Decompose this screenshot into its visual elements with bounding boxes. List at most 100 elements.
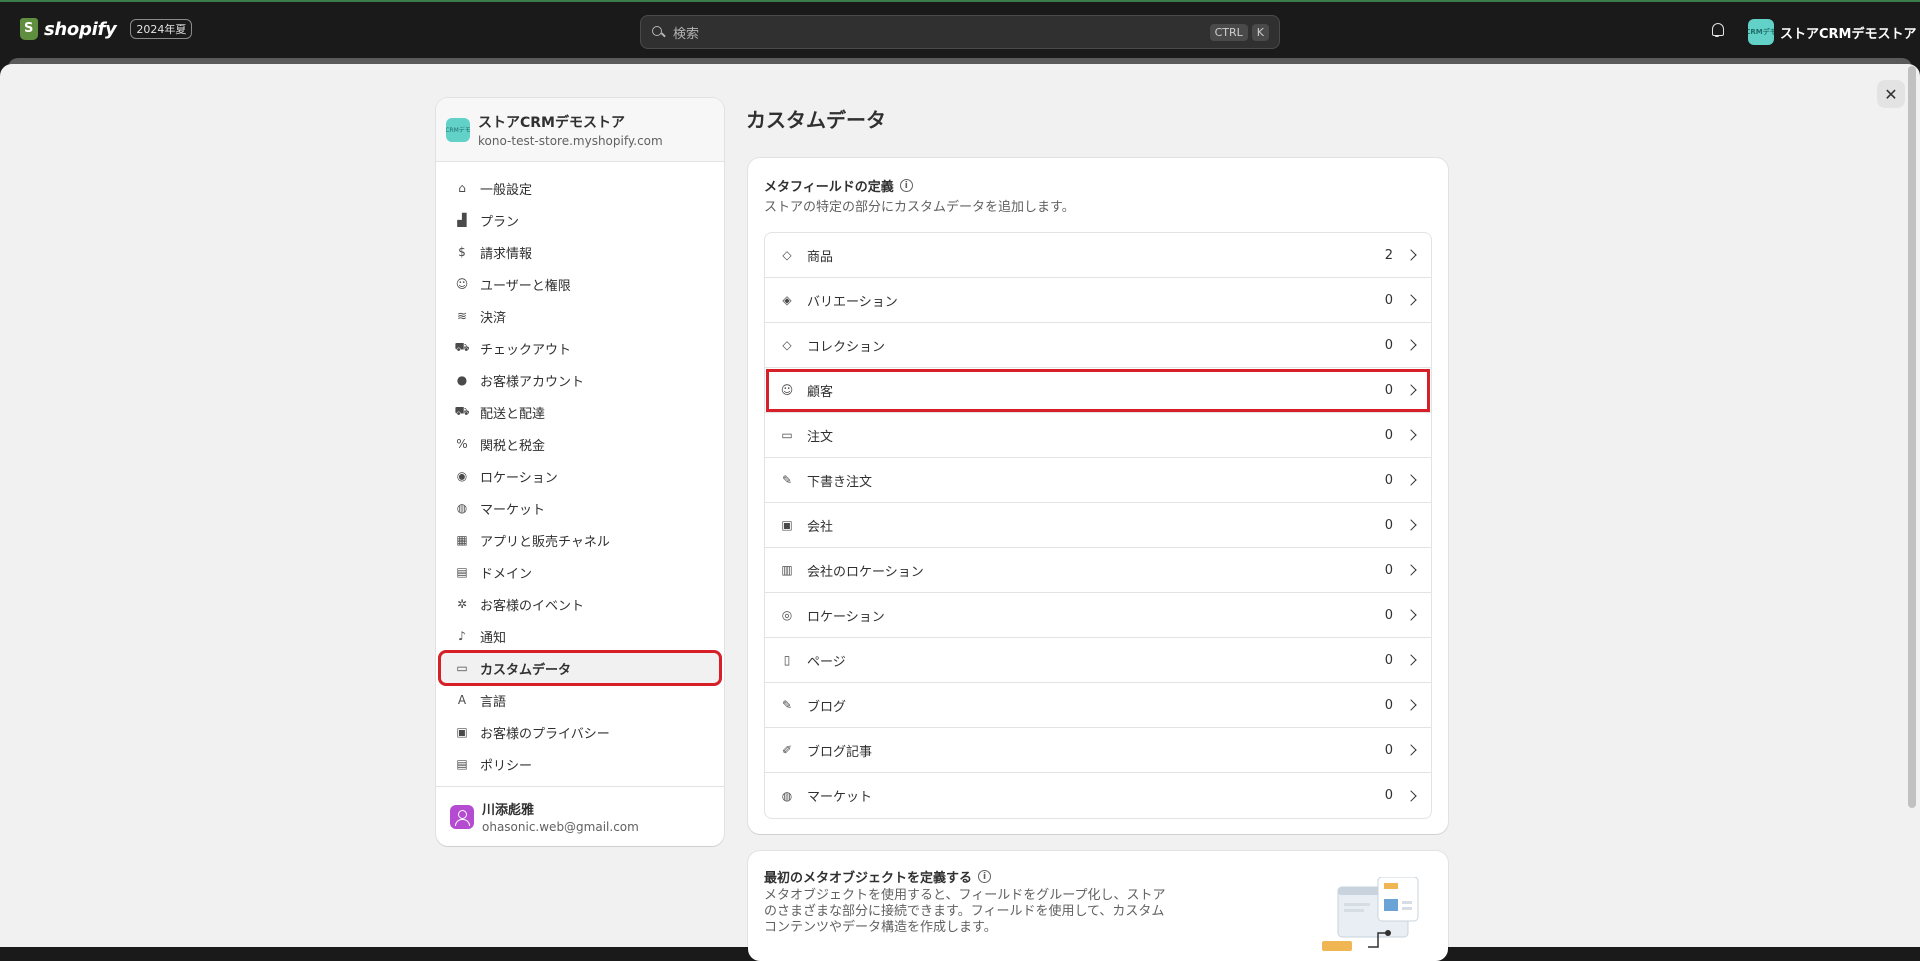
search-bar[interactable]: 検索 CTRL K bbox=[640, 15, 1280, 49]
sidebar-item[interactable]: ◍ マーケット bbox=[440, 492, 720, 524]
sidebar-item-label: チェックアウト bbox=[480, 342, 572, 358]
store-header[interactable]: CRMデモ ストアCRMデモストア kono-test-store.myshop… bbox=[436, 98, 724, 162]
resource-row[interactable]: ✎ 下書き注文 0 bbox=[765, 458, 1431, 503]
info-icon[interactable]: i bbox=[978, 870, 992, 883]
sidebar-item[interactable]: ▤ ポリシー bbox=[440, 748, 720, 780]
definition-count: 0 bbox=[1384, 607, 1393, 623]
resource-row[interactable]: ▯ ページ 0 bbox=[765, 638, 1431, 683]
metaobjects-card: 最初のメタオブジェクトを定義する i メタオブジェクトを使用すると、フィールドを… bbox=[748, 851, 1448, 961]
shopify-bag-icon bbox=[20, 18, 38, 40]
search-input[interactable]: 検索 bbox=[673, 23, 1206, 42]
cart-icon: ⛟ bbox=[454, 340, 470, 354]
page-title: カスタムデータ bbox=[746, 108, 886, 132]
sidebar-item-label: 関税と税金 bbox=[480, 438, 546, 454]
sidebar-item-label: 請求情報 bbox=[480, 246, 533, 262]
settings-nav: ⌂ 一般設定 ▟ プラン $ 請求情報 ☺ ユーザーと権限 ≋ 決済 ⛟ チェックアウト ● お客様アカウ… bbox=[436, 162, 724, 780]
store-menu-button[interactable]: CRMデモ ストアCRMデモストア bbox=[1748, 19, 1917, 45]
resource-row[interactable]: ✐ ブログ記事 0 bbox=[765, 728, 1431, 773]
shopify-logo[interactable]: shopify 2024年夏 bbox=[20, 18, 193, 40]
top-bar: shopify 2024年夏 検索 CTRL K CRMデモ ストアCRMデモス… bbox=[0, 0, 1920, 58]
resource-label: ブログ記事 bbox=[807, 744, 873, 760]
sidebar-item-label: カスタムデータ bbox=[480, 662, 572, 678]
sidebar-item[interactable]: ⛟ 配送と配達 bbox=[440, 396, 720, 428]
resource-row[interactable]: ◎ ロケーション 0 bbox=[765, 593, 1431, 638]
sidebar-item-label: 通知 bbox=[480, 630, 507, 646]
sidebar-item-label: 一般設定 bbox=[480, 182, 533, 198]
sidebar-item-label: ロケーション bbox=[480, 470, 558, 486]
user-avatar-icon bbox=[450, 804, 474, 829]
resource-row[interactable]: ▥ 会社のロケーション 0 bbox=[765, 548, 1431, 593]
sidebar-item[interactable]: ⌂ 一般設定 bbox=[440, 172, 720, 204]
edition-badge[interactable]: 2024年夏 bbox=[130, 19, 193, 39]
sidebar-item-label: ドメイン bbox=[480, 566, 533, 582]
store-avatar: CRMデモ bbox=[446, 117, 470, 142]
metafields-title: メタフィールドの定義 bbox=[764, 180, 894, 195]
sidebar-item[interactable]: $ 請求情報 bbox=[440, 236, 720, 268]
sidebar-item[interactable]: ▟ プラン bbox=[440, 204, 720, 236]
notification-bell-icon[interactable] bbox=[1710, 22, 1724, 38]
sidebar-item[interactable]: ● お客様アカウント bbox=[440, 364, 720, 396]
sidebar-item[interactable]: ≋ 決済 bbox=[440, 300, 720, 332]
tag-icon: ◇ bbox=[782, 248, 792, 262]
metaobjects-illustration bbox=[1322, 877, 1419, 951]
definition-count: 0 bbox=[1384, 427, 1393, 443]
cursor-icon: ✲ bbox=[456, 597, 468, 611]
definition-count: 0 bbox=[1384, 517, 1393, 533]
sidebar-item[interactable]: ☺ ユーザーと権限 bbox=[440, 268, 720, 300]
sidebar-item[interactable]: ◉ ロケーション bbox=[440, 460, 720, 492]
page-scrollbar[interactable] bbox=[1908, 66, 1916, 808]
sidebar-item[interactable]: ▦ アプリと販売チャネル bbox=[440, 524, 720, 556]
user-account[interactable]: 川添彪雅 ohasonic.web@gmail.com bbox=[436, 786, 724, 846]
sidebar-item[interactable]: ▭ カスタムデータ bbox=[438, 650, 722, 686]
resource-row[interactable]: ▭ 注文 0 bbox=[765, 413, 1431, 458]
close-icon: ✕ bbox=[1884, 84, 1898, 104]
globe-icon: ◍ bbox=[781, 788, 793, 803]
resource-row[interactable]: ◇ 商品 2 bbox=[765, 233, 1431, 278]
payments-icon: ≋ bbox=[456, 309, 468, 323]
globe-icon: ◍ bbox=[456, 501, 468, 515]
resource-row[interactable]: ☺ 顧客 0 bbox=[765, 368, 1431, 413]
apps-icon: ▦ bbox=[456, 533, 468, 547]
users-icon: ☺ bbox=[455, 277, 469, 291]
shortcut-k: K bbox=[1251, 23, 1269, 41]
person-icon: ● bbox=[456, 373, 468, 387]
sidebar-item[interactable]: ⛟ チェックアウト bbox=[440, 332, 720, 364]
close-button[interactable]: ✕ bbox=[1877, 80, 1905, 108]
sidebar-item[interactable]: A 言語 bbox=[440, 684, 720, 716]
policy-icon: ▤ bbox=[456, 757, 468, 771]
definition-count: 0 bbox=[1384, 382, 1393, 398]
resource-row[interactable]: ▣ 会社 0 bbox=[765, 503, 1431, 548]
definition-count: 2 bbox=[1384, 247, 1393, 263]
sidebar-item[interactable]: ✲ お客様のイベント bbox=[440, 588, 720, 620]
definition-count: 0 bbox=[1384, 337, 1393, 353]
resource-row[interactable]: ✎ ブログ 0 bbox=[765, 683, 1431, 728]
user-email: ohasonic.web@gmail.com bbox=[482, 820, 639, 834]
sidebar-item[interactable]: % 関税と税金 bbox=[440, 428, 720, 460]
chevron-right-icon bbox=[1405, 429, 1417, 441]
location-icon: ◉ bbox=[456, 469, 468, 483]
chevron-right-icon bbox=[1405, 564, 1417, 576]
sidebar-item[interactable]: ▣ お客様のプライバシー bbox=[440, 716, 720, 748]
store-icon: ⌂ bbox=[458, 181, 466, 195]
resource-label: ロケーション bbox=[807, 609, 885, 625]
sidebar-item[interactable]: ♪ 通知 bbox=[440, 620, 720, 652]
search-icon bbox=[651, 25, 665, 39]
draft-icon: ✎ bbox=[781, 473, 793, 487]
sidebar-item-label: お客様のイベント bbox=[480, 598, 585, 614]
metaobjects-title: 最初のメタオブジェクトを定義する bbox=[764, 871, 973, 886]
definition-count: 0 bbox=[1384, 742, 1393, 758]
sidebar-item-label: お客様のプライバシー bbox=[480, 726, 610, 742]
location-icon: ◎ bbox=[781, 608, 793, 622]
info-icon[interactable]: i bbox=[899, 179, 913, 192]
resource-row[interactable]: ◍ マーケット 0 bbox=[765, 773, 1431, 818]
sidebar-item-label: アプリと販売チャネル bbox=[480, 534, 610, 550]
resource-row[interactable]: ◇ コレクション 0 bbox=[765, 323, 1431, 368]
resource-row[interactable]: ◈ バリエーション 0 bbox=[765, 278, 1431, 323]
card-subtitle: ストアの特定の部分にカスタムデータを追加します。 bbox=[764, 200, 1075, 215]
chevron-right-icon bbox=[1405, 609, 1417, 621]
sidebar-item[interactable]: ▤ ドメイン bbox=[440, 556, 720, 588]
sidebar-item-label: ポリシー bbox=[480, 758, 533, 774]
collection-icon: ◇ bbox=[782, 338, 792, 352]
resource-label: ブログ bbox=[807, 699, 847, 715]
variant-icon: ◈ bbox=[782, 293, 792, 307]
